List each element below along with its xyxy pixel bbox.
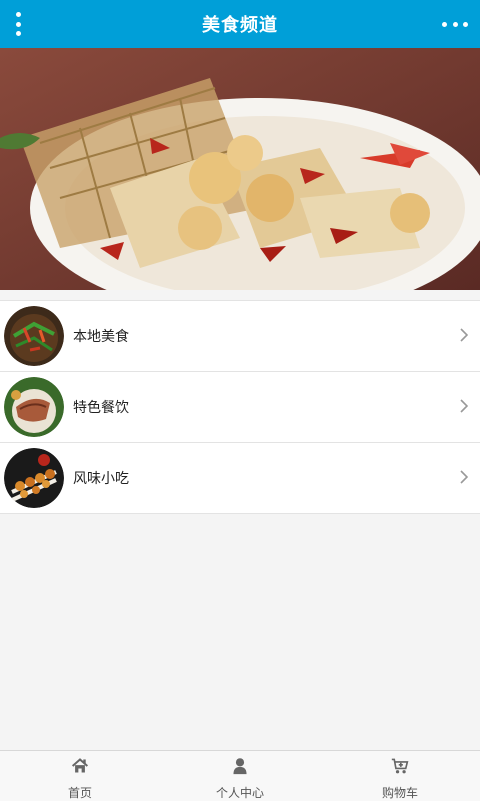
tab-profile[interactable]: 个人中心 [160, 751, 320, 801]
banner-image [0, 48, 480, 290]
tab-cart[interactable]: 购物车 [320, 751, 480, 801]
tab-home[interactable]: 首页 [0, 751, 160, 801]
tab-cart-label: 购物车 [381, 786, 418, 800]
list-item-label: 特色餐饮 [73, 400, 129, 416]
list-item[interactable]: 特色餐饮 [0, 372, 480, 443]
more-dots-icon [442, 21, 447, 27]
local-food-thumbnail [4, 306, 64, 366]
vertical-dots-icon [15, 12, 21, 17]
tab-home-label: 首页 [67, 786, 92, 800]
menu-button[interactable] [10, 12, 26, 36]
cart-icon [391, 758, 409, 774]
chevron-right-icon [460, 328, 468, 342]
list-item[interactable]: 风味小吃 [0, 443, 480, 514]
tab-profile-label: 个人中心 [215, 786, 264, 800]
home-icon [71, 758, 89, 773]
list-item[interactable]: 本地美食 [0, 301, 480, 372]
page-title: 美食频道 [202, 15, 278, 36]
app-header: 美食频道 [0, 0, 480, 48]
list-item-label: 本地美食 [73, 329, 129, 345]
chevron-right-icon [460, 399, 468, 413]
snacks-thumbnail [4, 448, 64, 508]
more-button[interactable] [442, 20, 468, 28]
bottom-tab-bar: 首页 个人中心 购物车 [0, 750, 480, 801]
chevron-right-icon [460, 470, 468, 484]
user-icon [233, 758, 247, 775]
list-item-label: 风味小吃 [73, 471, 129, 487]
category-list: 本地美食 特色餐饮 风味小吃 [0, 300, 480, 514]
specialty-dining-thumbnail [4, 377, 64, 437]
banner-carousel[interactable] [0, 48, 480, 290]
